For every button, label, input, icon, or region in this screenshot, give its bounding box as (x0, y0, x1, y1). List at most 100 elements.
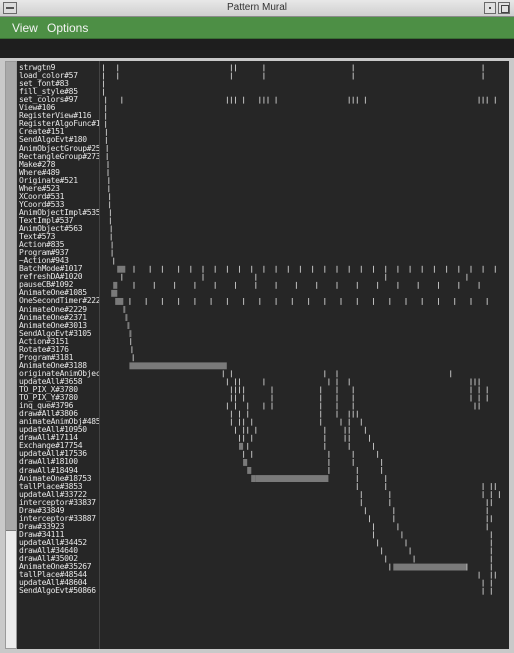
event-tick (226, 298, 228, 305)
event-tick (255, 281, 257, 289)
event-tick (336, 410, 338, 418)
event-tick (409, 547, 411, 555)
event-tick (263, 96, 265, 104)
event-tick (356, 96, 358, 104)
event-tick (486, 499, 488, 507)
event-tick (478, 378, 480, 386)
vertical-scrollbar[interactable] (5, 61, 17, 649)
event-tick (328, 378, 330, 386)
event-tick (230, 370, 232, 378)
maximize-button[interactable] (498, 2, 510, 14)
event-tick (356, 475, 358, 482)
event-tick (494, 483, 496, 490)
event-tick (214, 265, 216, 273)
event-tick (482, 579, 484, 587)
event-tick (105, 120, 107, 128)
event-tick (360, 499, 362, 507)
event-tick (336, 378, 338, 386)
event-tick (230, 410, 232, 418)
event-tick (226, 402, 228, 410)
event-tick (348, 96, 350, 104)
event-tick (344, 426, 346, 434)
event-tick (352, 72, 354, 80)
event-tick (131, 346, 133, 354)
event-tick (324, 298, 326, 305)
event-tick (235, 426, 236, 434)
event-tick (230, 64, 232, 72)
event-tick (103, 64, 104, 72)
event-tick (498, 491, 500, 499)
event-tick (239, 434, 240, 442)
event-tick (230, 72, 232, 80)
event-tick (275, 281, 277, 289)
event-tick (324, 426, 326, 434)
event-tick (433, 265, 435, 273)
event-tick (356, 298, 358, 305)
row-label-panel: strwgtn9 load_color#57 set_font#83 fill_sty… (17, 61, 99, 649)
event-tick (373, 523, 374, 531)
event-tick (356, 467, 358, 474)
event-tick (308, 298, 310, 305)
event-tick (324, 370, 326, 378)
event-tick (133, 265, 135, 273)
event-tick (373, 265, 374, 273)
menu-options[interactable]: Options (47, 21, 88, 35)
event-tick (243, 386, 245, 394)
event-tick (153, 281, 155, 289)
event-tick (478, 96, 480, 104)
event-tick (267, 96, 269, 104)
event-tick (409, 265, 411, 273)
event-tick (161, 298, 163, 305)
event-tick (478, 281, 480, 289)
event-tick (348, 418, 350, 426)
event-tick (438, 298, 439, 305)
event-tick (178, 265, 180, 273)
event-tick (474, 378, 476, 386)
event-tick (421, 298, 423, 305)
event-tick (320, 410, 322, 418)
event-tick (235, 394, 236, 402)
event-tick (389, 491, 391, 499)
event-tick (352, 459, 354, 466)
event-tick (316, 281, 318, 289)
event-tick (490, 491, 492, 499)
event-tick (226, 96, 228, 104)
event-tick (413, 555, 415, 563)
event-tick (202, 265, 204, 273)
event-tick (226, 265, 228, 273)
event-bar (125, 314, 128, 321)
event-tick (110, 225, 112, 233)
event-tick (239, 378, 240, 386)
event-tick (251, 434, 253, 442)
event-tick (438, 281, 439, 289)
event-bar (117, 265, 126, 273)
row-label[interactable]: SendAlgoEvt#50866 (19, 587, 96, 595)
event-tick (328, 467, 330, 474)
event-tick (320, 402, 322, 410)
event-tick (482, 265, 484, 273)
event-tick (275, 96, 277, 104)
event-tick (117, 64, 119, 72)
event-tick (478, 402, 480, 410)
event-tick (490, 555, 492, 563)
minimize-button[interactable] (484, 2, 496, 14)
scrollbar-thumb[interactable] (6, 62, 16, 531)
event-tick (482, 96, 484, 104)
event-tick (397, 523, 399, 531)
event-tick (109, 209, 111, 217)
event-tick (336, 370, 338, 378)
event-tick (105, 96, 107, 104)
event-tick (490, 571, 492, 579)
event-tick (251, 265, 253, 273)
event-tick (230, 386, 232, 394)
event-tick (490, 531, 492, 539)
event-bar (127, 322, 130, 329)
event-tick (336, 386, 338, 394)
event-tick (336, 394, 338, 402)
menu-view[interactable]: View (12, 21, 38, 35)
event-tick (271, 386, 273, 394)
event-tick (486, 298, 488, 305)
event-tick (255, 273, 257, 281)
event-tick (113, 257, 115, 265)
event-tick (486, 515, 488, 523)
